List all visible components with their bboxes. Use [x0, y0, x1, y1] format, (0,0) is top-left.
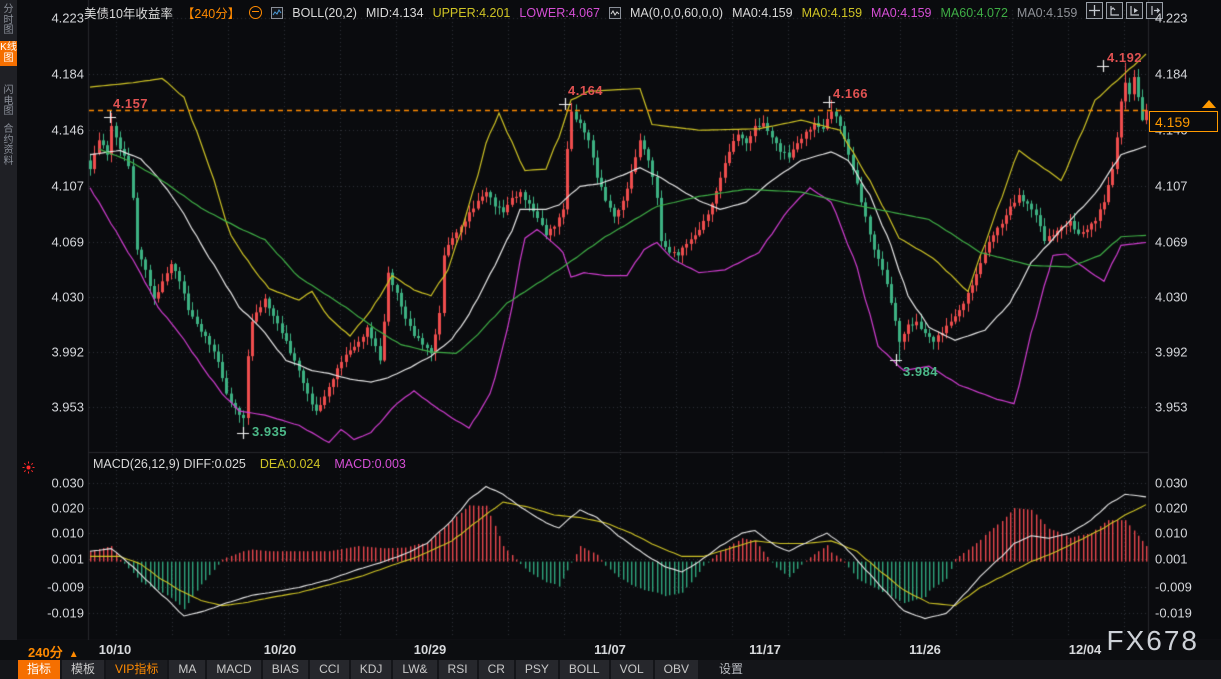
- play-scale-icon[interactable]: [1126, 2, 1143, 19]
- main-axis-right-label: 4.069: [1155, 235, 1188, 250]
- macd-axis-left-label: 0.030: [42, 476, 84, 491]
- macd-header: MACD(26,12,9) DIFF:0.025 DEA:0.024 MACD:…: [93, 457, 406, 471]
- date-axis: 240分▲ 10/10 10/20 10/29 11/07 11/17 11/26 12/0…: [0, 640, 1221, 660]
- chart-header: 美债10年收益率 【240分】 BOLL(20,2) MID:4.134 UPP…: [84, 3, 1077, 22]
- boll-mid-value: MID:4.134: [366, 6, 424, 20]
- toolbar-item-CR[interactable]: CR: [479, 660, 514, 679]
- price-extreme-label: 4.164: [568, 83, 603, 98]
- toolbar-item-MA[interactable]: MA: [169, 660, 205, 679]
- macd-macd-value: MACD:0.003: [334, 457, 406, 471]
- toolbar-item-VOL[interactable]: VOL: [611, 660, 653, 679]
- current-price-tag: 4.159: [1149, 111, 1218, 132]
- toolbar-item-LW&[interactable]: LW&: [393, 660, 436, 679]
- date-label: 10/29: [414, 642, 447, 657]
- macd-axis-right-label: 0.010: [1155, 526, 1188, 541]
- ma-value-4: MA60:4.072: [941, 6, 1008, 20]
- date-label: 12/04: [1069, 642, 1102, 657]
- period-label: 【240分】: [182, 3, 240, 22]
- main-axis-left-label: 3.992: [42, 345, 84, 360]
- main-axis-right-label: 4.030: [1155, 290, 1188, 305]
- price-extreme-label: 3.935: [252, 424, 287, 439]
- toolbar-item-RSI[interactable]: RSI: [439, 660, 477, 679]
- timeframe-up-arrow-icon: ▲: [69, 649, 79, 660]
- toolbar-item-模板[interactable]: 模板: [62, 660, 104, 679]
- indicator-toolbar: 指标模板VIP指标MAMACDBIASCCIKDJLW&RSICRPSYBOLL…: [0, 660, 1221, 679]
- macd-axis-left-label: 0.010: [42, 526, 84, 541]
- price-extreme-label: 3.984: [903, 364, 938, 379]
- macd-axis-right-label: -0.019: [1155, 606, 1192, 621]
- left-scale-icon[interactable]: [1106, 2, 1123, 19]
- toolbar-item-指标[interactable]: 指标: [18, 660, 60, 679]
- main-axis-left-label: 4.069: [42, 235, 84, 250]
- ma-value-5: MA0:4.159: [1017, 6, 1077, 20]
- sidebar-tab-4[interactable]: 合约资料: [0, 123, 17, 169]
- main-axis-right-label: 4.223: [1155, 11, 1188, 26]
- instrument-title: 美债10年收益率: [84, 3, 173, 22]
- macd-axis-left-label: -0.019: [42, 606, 84, 621]
- main-axis-right-label: 3.953: [1155, 400, 1188, 415]
- macd-axis-left-label: 0.020: [42, 501, 84, 516]
- date-label: 10/10: [99, 642, 132, 657]
- macd-axis-right-label: 0.030: [1155, 476, 1188, 491]
- macd-axis-right-label: 0.001: [1155, 552, 1188, 567]
- boll-name: BOLL(20,2): [292, 6, 357, 20]
- toolbar-item-BIAS[interactable]: BIAS: [263, 660, 308, 679]
- sidebar-tab-2[interactable]: K线图: [0, 41, 17, 66]
- toolbar-item-CCI[interactable]: CCI: [310, 660, 349, 679]
- date-label: 11/17: [749, 642, 781, 657]
- price-up-arrow-icon: [1202, 100, 1216, 108]
- main-axis-left-label: 4.107: [42, 179, 84, 194]
- macd-axis-left-label: -0.009: [42, 580, 84, 595]
- collapse-indicator-icon[interactable]: [249, 6, 262, 19]
- date-label: 11/26: [909, 642, 941, 657]
- main-axis-right-label: 4.107: [1155, 179, 1188, 194]
- alert-blink-icon[interactable]: [22, 461, 35, 479]
- ma-value-2: MA0:4.159: [802, 6, 862, 20]
- ma-value-1: MA0:4.159: [732, 6, 792, 20]
- toolbar-item-OBV[interactable]: OBV: [655, 660, 698, 679]
- toolbar-item-设置[interactable]: 设置: [710, 660, 752, 679]
- timeframe-label[interactable]: 240分▲: [28, 642, 79, 661]
- ma-value-3: MA0:4.159: [871, 6, 931, 20]
- ma-values: MA0:4.159 MA0:4.159 MA0:4.159 MA60:4.072 MA0…: [732, 6, 1077, 20]
- toolbar-item-BOLL[interactable]: BOLL: [560, 660, 609, 679]
- date-label: 11/07: [594, 642, 626, 657]
- ma-name: MA(0,0,0,60,0,0): [630, 6, 723, 20]
- toolbar-item-PSY[interactable]: PSY: [516, 660, 558, 679]
- price-extreme-label: 4.166: [833, 86, 868, 101]
- window-tool-icons: [1086, 2, 1163, 19]
- boll-indicator-icon[interactable]: [271, 7, 283, 19]
- boll-lower-value: LOWER:4.067: [519, 6, 600, 20]
- sidebar-tab-1[interactable]: 分时图: [0, 3, 17, 39]
- main-axis-left-label: 4.146: [42, 123, 84, 138]
- sidebar-tab-3[interactable]: 闪电图: [0, 84, 17, 120]
- main-axis-left-label: 4.223: [42, 11, 84, 26]
- toolbar-item-KDJ[interactable]: KDJ: [351, 660, 392, 679]
- price-extreme-label: 4.157: [113, 96, 148, 111]
- toolbar-item-VIP指标[interactable]: VIP指标: [106, 660, 167, 679]
- macd-dea-value: DEA:0.024: [260, 457, 320, 471]
- main-axis-left-label: 4.184: [42, 67, 84, 82]
- chart-canvas[interactable]: [0, 0, 1221, 660]
- macd-axis-right-label: -0.009: [1155, 580, 1192, 595]
- move-icon[interactable]: [1086, 2, 1103, 19]
- sidebar: 分时图 K线图闪电图合约资料: [0, 0, 17, 640]
- date-label: 10/20: [264, 642, 297, 657]
- toolbar-item-MACD[interactable]: MACD: [207, 660, 260, 679]
- ma-indicator-icon[interactable]: [609, 7, 621, 19]
- main-axis-right-label: 3.992: [1155, 345, 1188, 360]
- main-axis-right-label: 4.184: [1155, 67, 1188, 82]
- price-extreme-label: 4.192: [1107, 50, 1142, 65]
- main-axis-left-label: 4.030: [42, 290, 84, 305]
- boll-upper-value: UPPER:4.201: [433, 6, 511, 20]
- watermark-logo: FX678: [1107, 625, 1200, 657]
- macd-axis-right-label: 0.020: [1155, 501, 1188, 516]
- macd-name-diff: MACD(26,12,9) DIFF:0.025: [93, 457, 246, 471]
- current-price-value: 4.159: [1155, 114, 1190, 130]
- main-axis-left-label: 3.953: [42, 400, 84, 415]
- macd-axis-left-label: 0.001: [42, 552, 84, 567]
